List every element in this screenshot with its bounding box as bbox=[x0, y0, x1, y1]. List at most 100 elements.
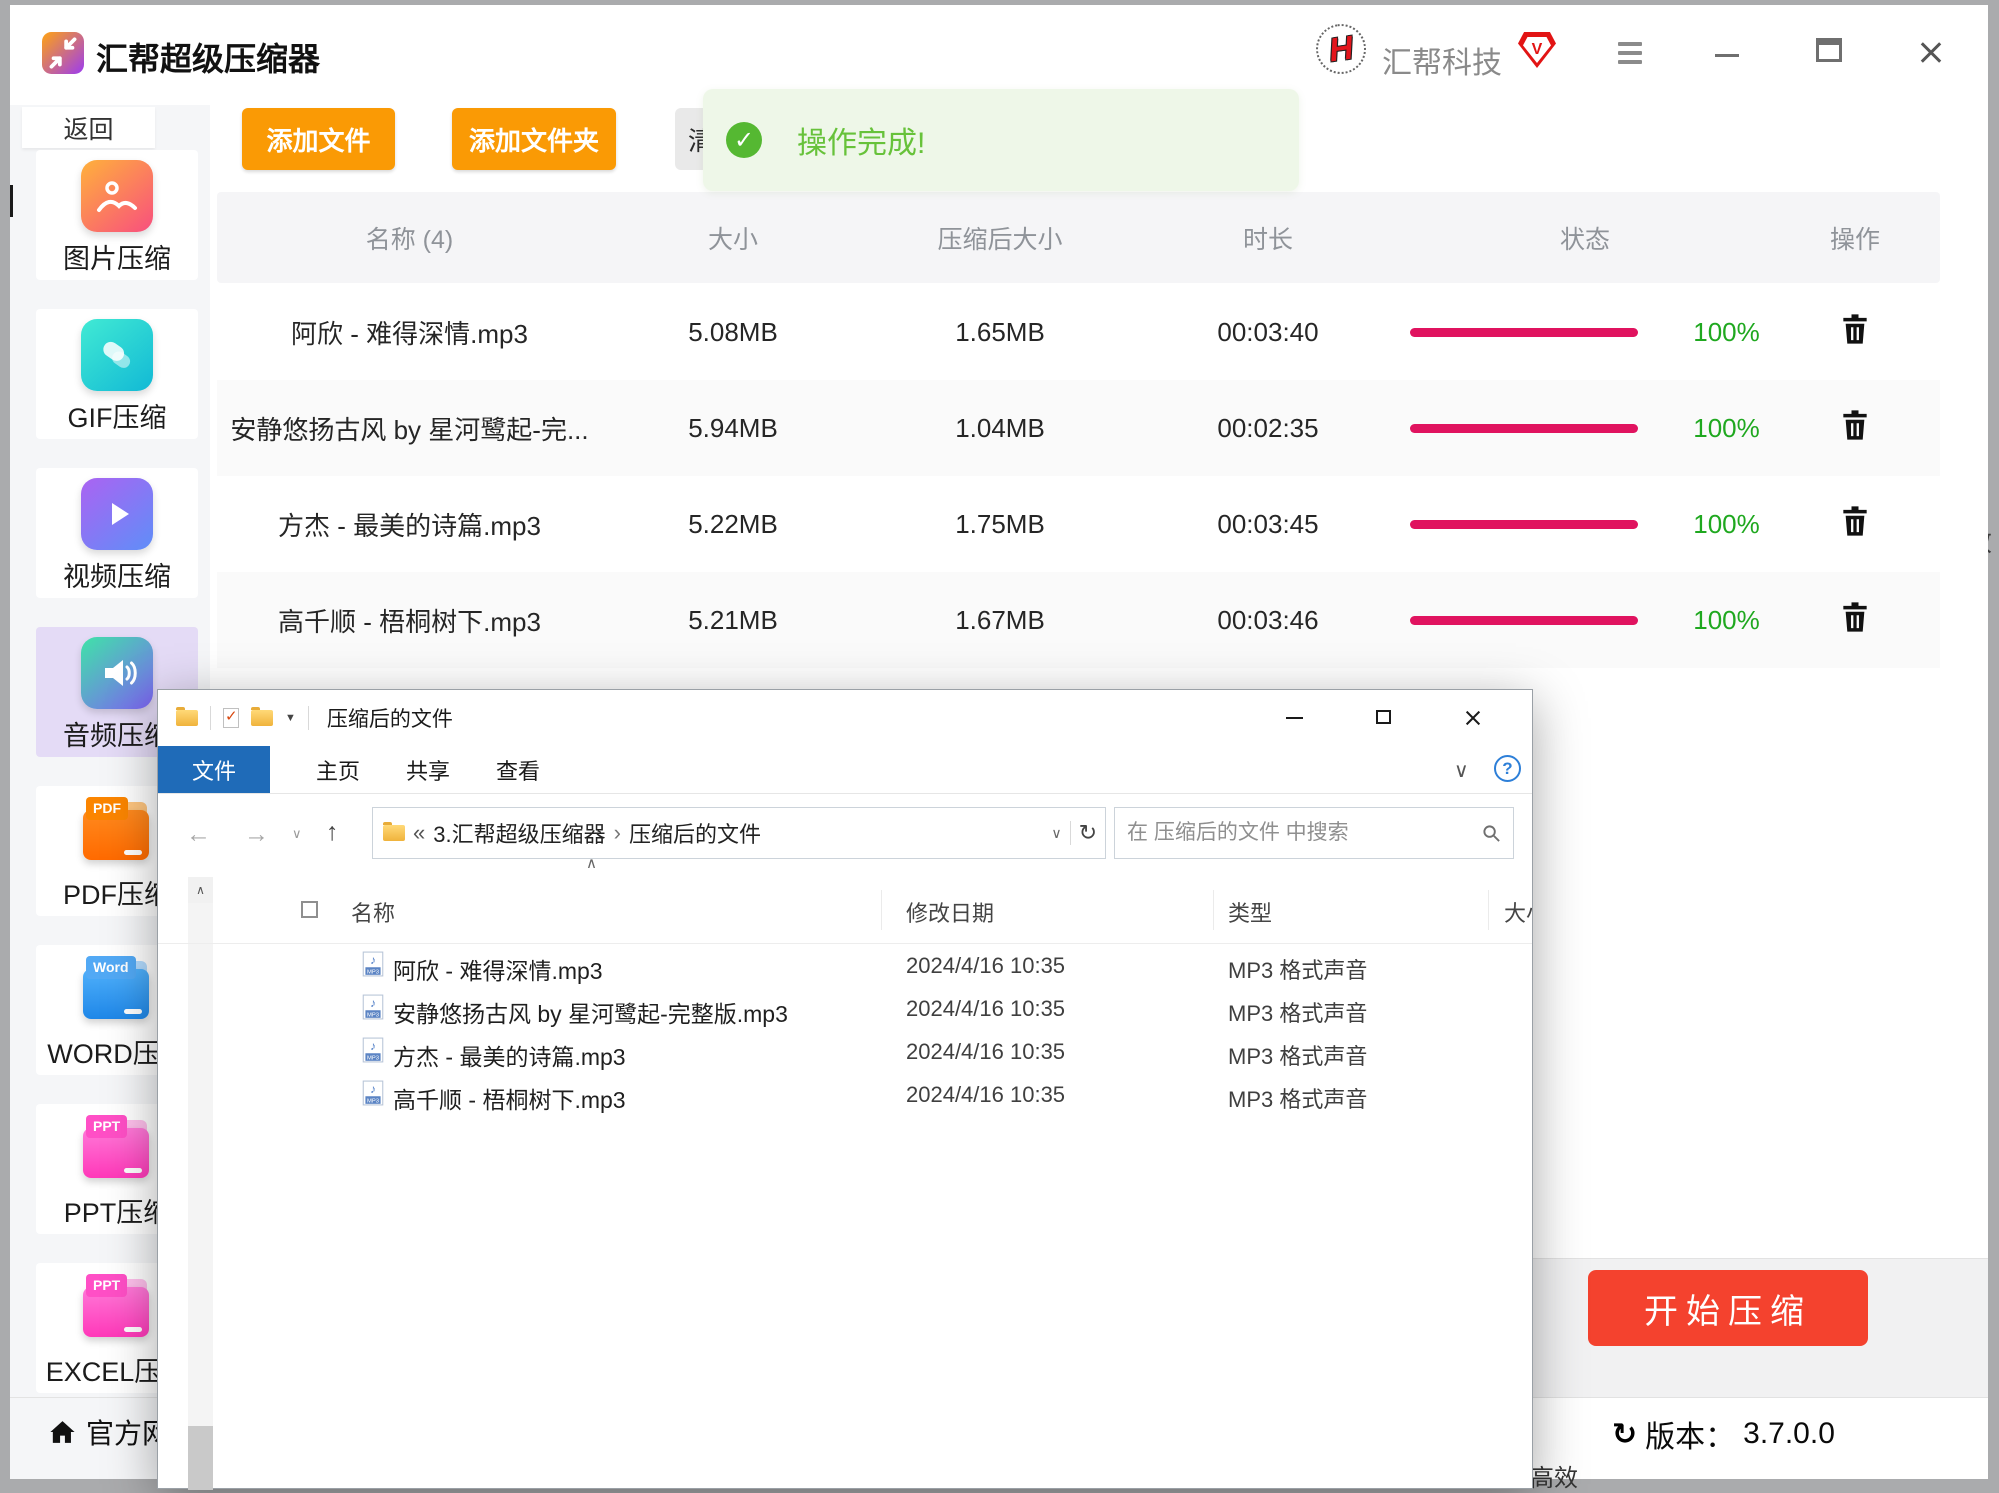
tab-home[interactable]: 主页 bbox=[316, 746, 360, 793]
explorer-column-size[interactable]: 大小 bbox=[1504, 896, 1532, 928]
properties-icon[interactable] bbox=[223, 708, 239, 728]
search-icon[interactable] bbox=[1482, 824, 1501, 843]
sidebar-item-gif-compress[interactable]: GIF压缩 bbox=[36, 309, 198, 439]
explorer-ribbon-tabs: 文件 主页 共享 查看 bbox=[158, 746, 1532, 794]
sidebar-item-image-compress[interactable]: 图片压缩 bbox=[36, 150, 198, 280]
back-icon[interactable]: ← bbox=[186, 820, 211, 849]
explorer-file-date: 2024/4/16 10:35 bbox=[906, 996, 1065, 1022]
progress-percent: 100% bbox=[1693, 317, 1760, 348]
excel-compress-icon: PPT bbox=[81, 1273, 153, 1345]
explorer-close-button[interactable] bbox=[1464, 709, 1482, 727]
explorer-column-date[interactable]: 修改日期 bbox=[906, 896, 994, 928]
start-compress-button[interactable]: 开始压缩 bbox=[1588, 1270, 1868, 1346]
explorer-file-row[interactable]: ♪ MP3 方杰 - 最美的诗篇.mp3 2024/4/16 10:35 MP3… bbox=[158, 1029, 1532, 1072]
duration: 00:02:35 bbox=[1136, 413, 1400, 444]
divider bbox=[210, 706, 211, 730]
table-header: 名称 (4) 大小 压缩后大小 时长 状态 操作 bbox=[217, 192, 1940, 283]
svg-text:MP3: MP3 bbox=[367, 1055, 379, 1061]
sidebar-item-video-compress[interactable]: 视频压缩 bbox=[36, 468, 198, 598]
sidebar-item-label: 视频压缩 bbox=[63, 555, 171, 594]
column-action: 操作 bbox=[1770, 220, 1940, 256]
explorer-column-type[interactable]: 类型 bbox=[1228, 896, 1272, 928]
breadcrumb-current[interactable]: 压缩后的文件 bbox=[629, 817, 761, 849]
compressed-size: 1.75MB bbox=[864, 509, 1136, 540]
address-bar[interactable]: « 3.汇帮超级压缩器 › 压缩后的文件 ∨ ↻ bbox=[372, 807, 1106, 859]
breadcrumb-root[interactable]: 3.汇帮超级压缩器 bbox=[433, 817, 605, 849]
explorer-file-type: MP3 格式声音 bbox=[1228, 1039, 1367, 1071]
tab-share[interactable]: 共享 bbox=[406, 746, 450, 793]
home-icon bbox=[48, 1417, 77, 1447]
update-icon[interactable]: ↻ bbox=[1612, 1417, 1637, 1452]
help-icon[interactable]: ? bbox=[1494, 755, 1521, 782]
delete-icon[interactable] bbox=[1841, 505, 1869, 537]
column-size: 大小 bbox=[602, 220, 864, 256]
chevron-down-icon[interactable]: ▼ bbox=[285, 712, 296, 724]
scrollbar-thumb[interactable] bbox=[188, 1426, 213, 1490]
gif-compress-icon bbox=[81, 319, 153, 391]
mp3-file-icon: ♪ MP3 bbox=[362, 994, 384, 1025]
delete-icon[interactable] bbox=[1841, 409, 1869, 441]
path-truncation[interactable]: « bbox=[413, 820, 425, 846]
search-input[interactable] bbox=[1127, 821, 1482, 845]
column-divider[interactable] bbox=[1488, 890, 1489, 930]
recent-locations-icon[interactable]: ∨ bbox=[292, 826, 302, 842]
explorer-file-name: 阿欣 - 难得深情.mp3 bbox=[393, 952, 603, 986]
new-folder-icon[interactable] bbox=[251, 710, 273, 726]
delete-icon[interactable] bbox=[1841, 313, 1869, 345]
ppt-compress-icon: PPT bbox=[81, 1114, 153, 1186]
explorer-file-type: MP3 格式声音 bbox=[1228, 953, 1367, 985]
tab-file[interactable]: 文件 bbox=[158, 746, 270, 793]
explorer-file-name: 高千顺 - 梧桐树下.mp3 bbox=[393, 1081, 626, 1115]
minimize-button[interactable] bbox=[1715, 54, 1739, 57]
select-all-checkbox[interactable] bbox=[301, 901, 318, 918]
explorer-maximize-button[interactable] bbox=[1376, 710, 1391, 724]
svg-text:♪: ♪ bbox=[370, 1082, 376, 1096]
explorer-file-date: 2024/4/16 10:35 bbox=[906, 1082, 1065, 1108]
table-row: 阿欣 - 难得深情.mp3 5.08MB 1.65MB 00:03:40 100… bbox=[217, 284, 1940, 380]
explorer-minimize-button[interactable] bbox=[1286, 717, 1303, 719]
progress-percent: 100% bbox=[1693, 509, 1760, 540]
explorer-file-type: MP3 格式声音 bbox=[1228, 1082, 1367, 1114]
expand-ribbon-icon[interactable]: ∨ bbox=[1454, 758, 1469, 783]
refresh-icon[interactable]: ↻ bbox=[1079, 821, 1097, 846]
tab-view[interactable]: 查看 bbox=[496, 746, 540, 793]
progress-percent: 100% bbox=[1693, 413, 1760, 444]
forward-icon[interactable]: → bbox=[244, 820, 269, 849]
progress-bar bbox=[1410, 616, 1638, 625]
file-name: 高千顺 - 梧桐树下.mp3 bbox=[217, 602, 602, 639]
add-folder-button[interactable]: 添加文件夹 bbox=[452, 108, 616, 170]
breadcrumb-separator-icon: › bbox=[614, 820, 621, 846]
file-size: 5.22MB bbox=[602, 509, 864, 540]
toast-message: 操作完成! bbox=[797, 118, 925, 162]
search-bar[interactable] bbox=[1114, 807, 1514, 859]
explorer-file-row[interactable]: ♪ MP3 高千顺 - 梧桐树下.mp3 2024/4/16 10:35 MP3… bbox=[158, 1072, 1532, 1115]
explorer-title: 压缩后的文件 bbox=[327, 703, 453, 733]
file-size: 5.94MB bbox=[602, 413, 864, 444]
explorer-list-header: 名称 修改日期 类型 大小 bbox=[158, 877, 1532, 943]
svg-text:♪: ♪ bbox=[370, 1039, 376, 1053]
sidebar-back-button[interactable]: 返回 bbox=[22, 107, 155, 148]
file-name: 方杰 - 最美的诗篇.mp3 bbox=[217, 506, 602, 543]
address-dropdown-icon[interactable]: ∨ bbox=[1051, 825, 1061, 842]
file-size: 5.21MB bbox=[602, 605, 864, 636]
add-file-button[interactable]: 添加文件 bbox=[242, 108, 395, 170]
column-compressed-size: 压缩后大小 bbox=[864, 220, 1136, 256]
close-button[interactable] bbox=[1918, 40, 1944, 66]
folder-icon bbox=[176, 710, 198, 726]
video-compress-icon bbox=[81, 478, 153, 550]
explorer-file-type: MP3 格式声音 bbox=[1228, 996, 1367, 1028]
pdf-compress-icon: PDF bbox=[81, 796, 153, 868]
explorer-file-row[interactable]: ♪ MP3 阿欣 - 难得深情.mp3 2024/4/16 10:35 MP3 … bbox=[158, 943, 1532, 986]
up-icon[interactable]: ↑ bbox=[326, 818, 339, 847]
menu-icon[interactable] bbox=[1618, 42, 1642, 64]
column-divider[interactable] bbox=[881, 890, 882, 930]
progress-bar bbox=[1410, 424, 1638, 433]
delete-icon[interactable] bbox=[1841, 601, 1869, 633]
progress-percent: 100% bbox=[1693, 605, 1760, 636]
folder-icon bbox=[383, 825, 405, 841]
explorer-column-name[interactable]: 名称 bbox=[351, 896, 395, 928]
explorer-file-row[interactable]: ♪ MP3 安静悠扬古风 by 星河鹭起-完整版.mp3 2024/4/16 1… bbox=[158, 986, 1532, 1029]
maximize-button[interactable] bbox=[1816, 38, 1842, 62]
column-divider[interactable] bbox=[1213, 890, 1214, 930]
sidebar-item-label: 图片压缩 bbox=[63, 237, 171, 276]
